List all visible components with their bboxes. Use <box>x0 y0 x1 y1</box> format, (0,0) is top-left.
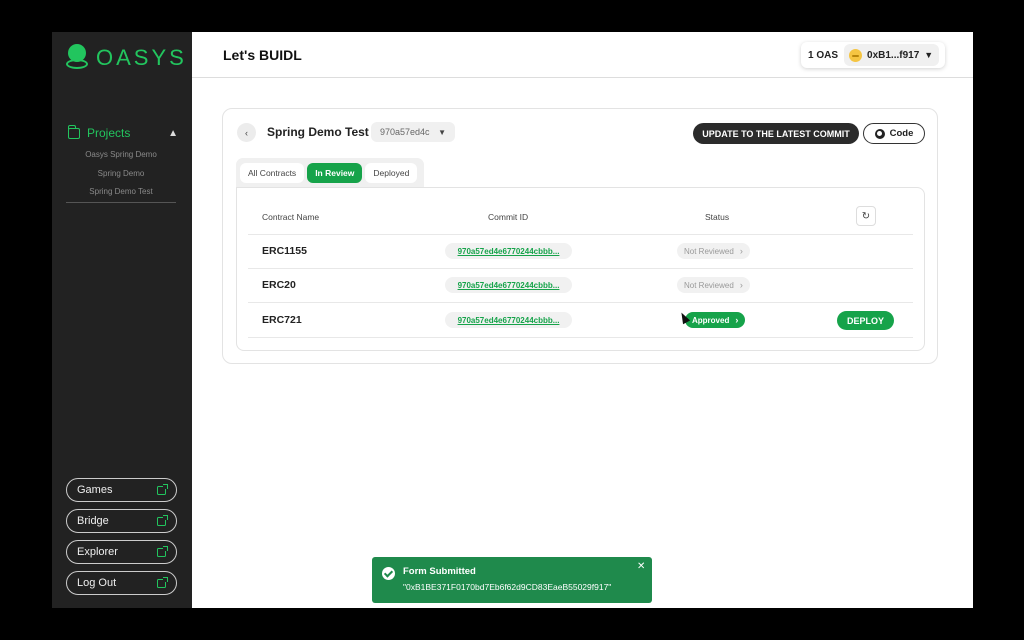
commit-id-link[interactable]: 970a57ed4e6770244cbbb... <box>445 312 572 328</box>
logo[interactable]: OASYS <box>66 44 187 72</box>
divider <box>248 302 913 303</box>
contract-name: ERC20 <box>262 279 296 291</box>
column-header-status: Status <box>705 212 730 222</box>
chevron-right-icon: › <box>739 280 743 290</box>
logo-text: OASYS <box>96 45 187 70</box>
games-button[interactable]: Games <box>66 478 177 502</box>
divider <box>66 202 176 203</box>
tab-in-review[interactable]: In Review <box>307 163 363 183</box>
status-label: Not Reviewed <box>684 280 734 290</box>
column-header-commit-id: Commit ID <box>488 212 529 222</box>
column-header-contract-name: Contract Name <box>262 212 320 222</box>
oasys-logo-icon <box>66 44 88 72</box>
close-icon[interactable]: ✕ <box>637 561 645 572</box>
toast-title: Form Submitted <box>403 566 476 577</box>
status-badge[interactable]: Not Reviewed › <box>677 243 750 259</box>
chevron-right-icon: › <box>739 246 743 256</box>
chevron-right-icon: › <box>735 315 739 325</box>
external-link-icon <box>157 483 168 495</box>
project-name: Spring Demo Test <box>267 125 369 139</box>
chevron-up-icon: ▲ <box>168 127 178 139</box>
refresh-icon: ↻ <box>861 210 871 222</box>
github-icon <box>874 128 885 139</box>
commit-id-link[interactable]: 970a57ed4e6770244cbbb... <box>445 243 572 259</box>
wallet-widget: 1 OAS 0xB1...f917 ▼ <box>801 42 945 68</box>
sidebar-subitem-spring-demo[interactable]: Spring Demo <box>66 169 176 178</box>
chevron-left-icon: ‹ <box>245 127 248 138</box>
back-button[interactable]: ‹ <box>237 123 256 142</box>
sidebar: OASYS Projects ▲ Oasys Spring Demo Sprin… <box>52 32 192 608</box>
project-card: ‹ Spring Demo Test 970a57ed4c ▼ UPDATE T… <box>222 108 938 364</box>
explorer-label: Explorer <box>77 546 118 558</box>
commit-select-value: 970a57ed4c <box>380 127 430 137</box>
refresh-button[interactable]: ↻ <box>856 206 876 226</box>
tab-all-contracts[interactable]: All Contracts <box>240 163 305 183</box>
update-commit-button[interactable]: UPDATE TO THE LATEST COMMIT <box>693 123 859 144</box>
external-link-icon <box>157 514 168 526</box>
commit-select[interactable]: 970a57ed4c ▼ <box>371 122 455 142</box>
logout-icon <box>157 576 168 588</box>
games-label: Games <box>77 484 113 496</box>
chevron-down-icon: ▼ <box>438 127 446 137</box>
top-header: Let's BUIDL 1 OAS 0xB1...f917 ▼ <box>192 32 973 78</box>
status-badge[interactable]: Approved › <box>685 312 746 328</box>
divider <box>248 268 913 269</box>
contracts-table: Contract Name Commit ID Status ↻ ERC1155… <box>236 187 925 351</box>
deploy-button[interactable]: DEPLOY <box>837 311 894 330</box>
sidebar-item-projects[interactable]: Projects ▲ <box>67 124 178 142</box>
sidebar-subitem-oasys-spring-demo[interactable]: Oasys Spring Demo <box>66 150 176 159</box>
logout-button[interactable]: Log Out <box>66 571 177 595</box>
bridge-button[interactable]: Bridge <box>66 509 177 533</box>
logout-label: Log Out <box>77 577 117 589</box>
folder-icon <box>67 124 80 139</box>
app-window: OASYS Projects ▲ Oasys Spring Demo Sprin… <box>52 32 973 608</box>
external-link-icon <box>157 545 168 557</box>
status-label: Not Reviewed <box>684 246 734 256</box>
chevron-down-icon: ▼ <box>924 50 934 60</box>
divider <box>248 234 913 235</box>
tab-deployed[interactable]: Deployed <box>365 163 418 183</box>
status-label: Approved <box>692 315 730 325</box>
code-button[interactable]: Code <box>863 123 925 144</box>
sidebar-subitem-spring-demo-test[interactable]: Spring Demo Test <box>66 187 176 196</box>
bridge-label: Bridge <box>77 515 109 527</box>
avatar-icon <box>849 48 863 62</box>
explorer-button[interactable]: Explorer <box>66 540 177 564</box>
wallet-address: 0xB1...f917 <box>867 49 920 61</box>
sidebar-item-label: Projects <box>87 126 131 140</box>
tab-bar: All Contracts In Review Deployed <box>236 158 425 188</box>
divider <box>248 337 913 338</box>
toast-notification: Form Submitted "0xB1BE371F0170bd7Eb6f62d… <box>372 557 652 603</box>
contract-name: ERC1155 <box>262 245 307 257</box>
toast-message: "0xB1BE371F0170bd7Eb6f62d9CD83EaeB55029f… <box>403 582 612 592</box>
wallet-address-button[interactable]: 0xB1...f917 ▼ <box>844 44 940 66</box>
wallet-balance: 1 OAS <box>808 49 839 61</box>
commit-id-link[interactable]: 970a57ed4e6770244cbbb... <box>445 277 572 293</box>
check-circle-icon <box>382 567 395 580</box>
contract-name: ERC721 <box>262 314 302 326</box>
status-badge[interactable]: Not Reviewed › <box>677 277 750 293</box>
page-title: Let's BUIDL <box>223 47 302 63</box>
code-label: Code <box>889 128 914 139</box>
